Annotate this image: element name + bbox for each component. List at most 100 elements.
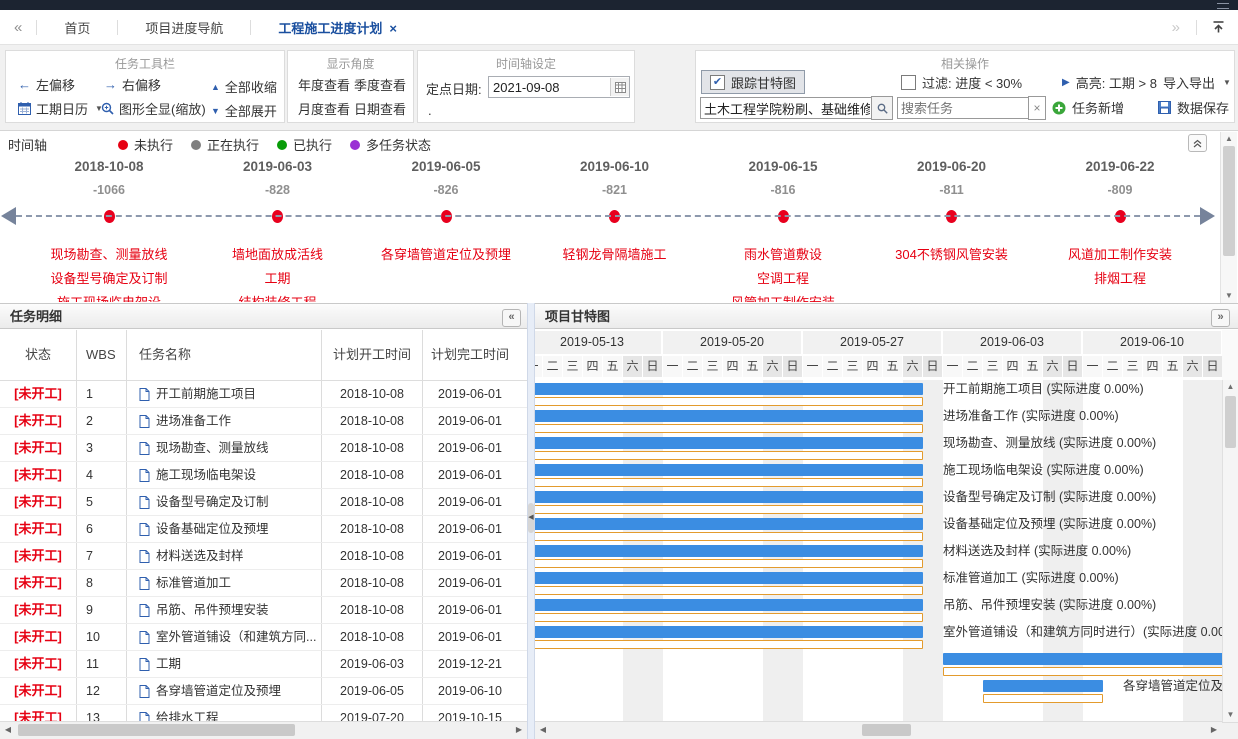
timeline-task-label[interactable]: 雨水管道敷设 [731, 243, 835, 267]
gantt-bar-planned[interactable] [535, 626, 923, 638]
table-row[interactable]: [未开工]9吊筋、吊件预埋安装2018-10-082019-06-01 [0, 597, 527, 624]
project-search-button[interactable] [871, 96, 893, 120]
tabs-overflow-icon[interactable]: » [1172, 19, 1178, 36]
column-header-start[interactable]: 计划开工时间 [322, 330, 423, 380]
scroll-down-icon[interactable]: ▼ [1221, 290, 1237, 302]
hamburger-icon[interactable] [1217, 3, 1229, 9]
task-name-cell[interactable]: 施工现场临电架设 [127, 462, 322, 488]
scroll-left-icon[interactable]: ◀ [0, 722, 16, 738]
highlight-duration-button[interactable]: ▶ 高亮: 工期 > 8 [1062, 73, 1157, 92]
splitter-handle[interactable]: ◀ [528, 503, 534, 533]
project-name-input[interactable] [700, 97, 874, 119]
import-export-menu[interactable]: 导入导出 ▼ [1163, 73, 1231, 92]
table-row[interactable]: [未开工]7材料送选及封样2018-10-082019-06-01 [0, 543, 527, 570]
table-row[interactable]: [未开工]11工期2019-06-032019-12-21 [0, 651, 527, 678]
gantt-bar-actual[interactable] [535, 505, 923, 514]
timeline-task-label[interactable]: 施工现场临电架设 [50, 291, 167, 302]
timeline-task-label[interactable]: 工期 [232, 267, 323, 291]
task-name-cell[interactable]: 设备型号确定及订制 [127, 489, 322, 515]
gantt-bar-planned[interactable] [535, 599, 923, 611]
tab-close-icon[interactable]: × [389, 21, 397, 36]
panel-splitter[interactable]: ◀ [527, 303, 535, 739]
gantt-bar-planned[interactable] [535, 410, 923, 422]
table-row[interactable]: [未开工]4施工现场临电架设2018-10-082019-06-01 [0, 462, 527, 489]
gantt-bar-planned[interactable] [535, 383, 923, 395]
schedule-calendar-button[interactable]: 工期日历▼ [18, 99, 103, 118]
timeline-task-label[interactable]: 设备型号确定及订制 [50, 267, 167, 291]
gantt-bar-planned[interactable] [535, 464, 923, 476]
task-name-cell[interactable]: 材料送选及封样 [127, 543, 322, 569]
gantt-bar-planned[interactable] [983, 680, 1103, 692]
filter-progress-toggle[interactable]: 过滤: 进度 < 30% [901, 73, 1022, 92]
fit-zoom-button[interactable]: 图形全显(缩放) [101, 99, 206, 118]
tab-home[interactable]: 首页 [37, 18, 117, 37]
scroll-down-icon[interactable]: ▼ [1223, 709, 1238, 721]
checkbox-checked-icon[interactable]: ✔ [710, 75, 725, 90]
collapse-left-panel-button[interactable]: « [502, 309, 521, 327]
gantt-bar-planned[interactable] [535, 437, 923, 449]
task-name-cell[interactable]: 开工前期施工项目 [127, 381, 322, 407]
table-row[interactable]: [未开工]10室外管道铺设（和建筑方同...2018-10-082019-06-… [0, 624, 527, 651]
tab-construction-schedule[interactable]: 工程施工进度计划× [251, 18, 424, 37]
scroll-left-icon[interactable]: ◀ [535, 722, 551, 738]
gantt-bar-actual[interactable] [535, 424, 923, 433]
expand-all-button[interactable]: ▼全部展开 [211, 101, 277, 120]
timeline-scrollbar[interactable]: ▲ ▼ [1220, 132, 1237, 303]
expand-gantt-panel-button[interactable]: » [1211, 309, 1230, 327]
add-task-button[interactable]: 任务新增 [1052, 98, 1124, 117]
gantt-bar-actual[interactable] [535, 532, 923, 541]
gantt-bar-actual[interactable] [943, 667, 1222, 676]
scrollbar-thumb[interactable] [1225, 396, 1236, 448]
view-day-button[interactable]: 日期查看 [354, 99, 406, 118]
date-picker-button[interactable] [610, 78, 629, 96]
scrollbar-thumb[interactable] [1223, 146, 1235, 256]
column-header-end[interactable]: 计划完工时间 [423, 330, 517, 380]
scroll-right-icon[interactable]: ▶ [511, 722, 527, 738]
task-name-cell[interactable]: 给排水工程 [127, 705, 322, 722]
gantt-bar-planned[interactable] [535, 518, 923, 530]
tabs-collapse-icon[interactable]: « [14, 19, 22, 36]
timeline-task-label[interactable]: 现场勘查、测量放线 [50, 243, 167, 267]
table-row[interactable]: [未开工]8标准管道加工2018-10-082019-06-01 [0, 570, 527, 597]
shift-right-button[interactable]: →右偏移 [104, 75, 161, 94]
task-table-hscrollbar[interactable]: ◀ ▶ [0, 721, 527, 739]
scrollbar-thumb[interactable] [862, 724, 911, 736]
gantt-bar-planned[interactable] [943, 653, 1222, 665]
shift-left-button[interactable]: ←左偏移 [18, 75, 75, 94]
fixed-date-input[interactable] [489, 80, 610, 95]
scroll-up-icon[interactable]: ▲ [1223, 381, 1238, 393]
table-row[interactable]: [未开工]6设备基础定位及预埋2018-10-082019-06-01 [0, 516, 527, 543]
scroll-right-icon[interactable]: ▶ [1206, 722, 1222, 738]
task-name-cell[interactable]: 现场勘查、测量放线 [127, 435, 322, 461]
task-name-cell[interactable]: 各穿墙管道定位及预埋 [127, 678, 322, 704]
fixed-date-field[interactable] [488, 76, 630, 98]
table-row[interactable]: [未开工]1开工前期施工项目2018-10-082019-06-01 [0, 381, 527, 408]
timeline-task-label[interactable]: 墙地面放成活线 [232, 243, 323, 267]
task-name-cell[interactable]: 进场准备工作 [127, 408, 322, 434]
column-header-wbs[interactable]: WBS [77, 330, 127, 380]
view-month-button[interactable]: 月度查看 [298, 99, 350, 118]
task-name-cell[interactable]: 标准管道加工 [127, 570, 322, 596]
timeline-task-label[interactable]: 空调工程 [731, 267, 835, 291]
gantt-bar-actual[interactable] [535, 613, 923, 622]
gantt-bar-actual[interactable] [983, 694, 1103, 703]
scroll-up-icon[interactable]: ▲ [1221, 133, 1237, 145]
search-task-input[interactable] [897, 97, 1031, 119]
task-name-cell[interactable]: 室外管道铺设（和建筑方同... [127, 624, 322, 650]
tab-project-progress-nav[interactable]: 项目进度导航 [118, 18, 250, 37]
gantt-bar-planned[interactable] [535, 491, 923, 503]
gantt-bar-actual[interactable] [535, 451, 923, 460]
checkbox-empty-icon[interactable] [901, 75, 916, 90]
scrollbar-thumb[interactable] [18, 724, 295, 736]
gantt-bar-planned[interactable] [535, 572, 923, 584]
timeline-task-label[interactable]: 各穿墙管道定位及预埋 [381, 243, 511, 267]
gantt-hscrollbar[interactable]: ◀ ▶ [535, 721, 1222, 739]
gantt-bar-actual[interactable] [535, 397, 923, 406]
column-header-name[interactable]: 任务名称 [127, 330, 322, 380]
collapse-panel-top-icon[interactable] [1211, 20, 1226, 34]
timeline-task-label[interactable]: 轻钢龙骨隔墙施工 [562, 243, 666, 267]
track-gantt-toggle[interactable]: ✔ 跟踪甘特图 [701, 70, 805, 94]
timeline-task-label[interactable]: 排烟工程 [1068, 267, 1172, 291]
view-year-button[interactable]: 年度查看 [298, 75, 350, 94]
view-quarter-button[interactable]: 季度查看 [354, 75, 406, 94]
